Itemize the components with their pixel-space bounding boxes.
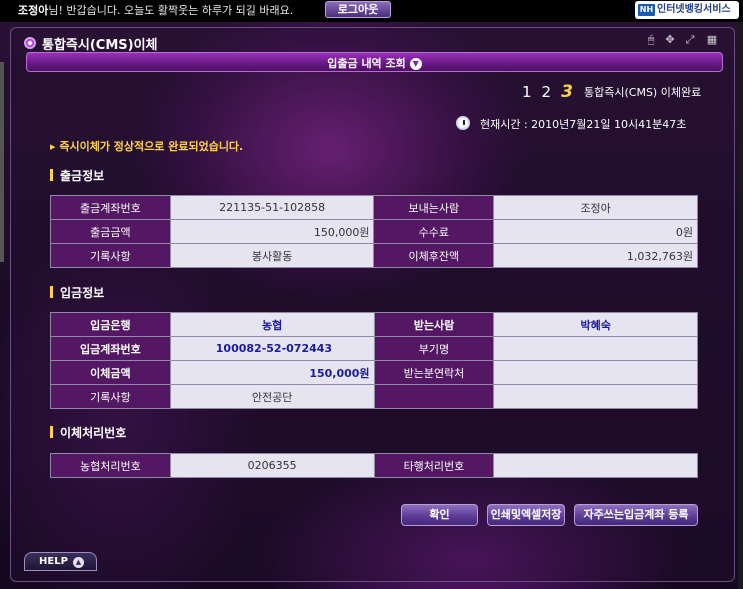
table-row: 입금은행 농협 받는사람 박혜숙	[50, 312, 698, 337]
table-row: 이체금액 150,000원 받는분연락처	[50, 360, 698, 385]
table-cell: 1,032,763원	[493, 243, 698, 268]
mouse-icon[interactable]: 🖱	[644, 33, 658, 47]
print-save-button[interactable]: 인쇄및엑셀저장	[487, 504, 565, 526]
chevron-down-icon[interactable]: ▼	[409, 58, 422, 70]
clock-icon	[456, 116, 470, 130]
menu-bar-label: 입출금 내역 조회 ▼	[27, 55, 722, 71]
table-header-cell: 타행처리번호	[373, 453, 495, 478]
left-edge-strip	[0, 62, 4, 262]
table-row: 기록사항 봉사활동 이체후잔액 1,032,763원	[50, 243, 698, 268]
table-row: 출금계좌번호 221135-51-102858 보내는사람 조정아	[50, 195, 698, 220]
table-header-cell: 이체후잔액	[373, 243, 495, 268]
nh-logo-icon: NH	[638, 4, 655, 16]
table-header-cell: 이체금액	[50, 360, 171, 385]
expand-icon[interactable]: ⤢	[683, 33, 697, 47]
deposit-table: 입금은행 농협 받는사람 박혜숙 입금계좌번호 100082-52-072443…	[50, 312, 698, 409]
table-header-cell: 부기명	[373, 336, 495, 361]
table-header-cell: 입금계좌번호	[50, 336, 171, 361]
deposit-section-title: 입금정보	[50, 284, 104, 301]
register-account-button[interactable]: 자주쓰는입금계좌 등록	[574, 504, 698, 526]
table-row: 입금계좌번호 100082-52-072443 부기명	[50, 336, 698, 361]
table-cell: 농협	[169, 312, 375, 337]
table-cell: 0원	[493, 219, 698, 244]
table-cell	[493, 384, 698, 409]
top-bar: 조정아님! 반갑습니다. 오늘도 활짝웃는 하루가 되길 바래요. 로그아웃 N…	[0, 0, 743, 22]
table-header-cell: 출금계좌번호	[50, 195, 171, 220]
table-cell: 150,000원	[169, 360, 375, 385]
window-title: 통합즉시(CMS)이체	[42, 38, 158, 53]
table-header-cell: 받는사람	[373, 312, 495, 337]
table-row: 농협처리번호 0206355 타행처리번호	[50, 453, 698, 478]
table-cell: 150,000원	[169, 219, 375, 244]
calculator-icon[interactable]: ▦	[705, 33, 719, 47]
table-header-cell: 기록사항	[50, 384, 171, 409]
table-cell: 봉사활동	[169, 243, 375, 268]
confirm-button[interactable]: 확인	[401, 504, 478, 526]
help-label: HELP	[39, 556, 68, 567]
brand-link[interactable]: NH 인터넷뱅킹서비스	[635, 1, 739, 19]
step-2: 2	[541, 83, 552, 101]
table-cell: 221135-51-102858	[169, 195, 375, 220]
table-cell: 조정아	[493, 195, 698, 220]
main-window	[10, 27, 735, 582]
help-tab[interactable]: HELP ▲	[24, 552, 97, 571]
logout-button[interactable]: 로그아웃	[325, 1, 391, 18]
process-section-title: 이체처리번호	[50, 424, 126, 441]
table-header-cell: 농협처리번호	[50, 453, 171, 478]
table-header-cell: 수수료	[373, 219, 495, 244]
table-cell: 100082-52-072443	[169, 336, 375, 361]
current-time: 현재시간 : 2010년7월21일 10시41분47초	[480, 118, 687, 131]
table-header-cell: 보내는사람	[373, 195, 495, 220]
greeting-message: 님! 반갑습니다. 오늘도 활짝웃는 하루가 되길 바래요.	[48, 4, 294, 17]
window-title-icon	[24, 37, 36, 49]
right-edge	[738, 22, 743, 589]
current-step-label: 통합즉시(CMS) 이체완료	[584, 86, 702, 99]
menu-label-text: 입출금 내역 조회	[327, 57, 406, 70]
table-header-cell: 기록사항	[50, 243, 171, 268]
chevron-up-icon: ▲	[72, 557, 84, 568]
table-row: 출금금액 150,000원 수수료 0원	[50, 219, 698, 244]
withdraw-table: 출금계좌번호 221135-51-102858 보내는사람 조정아 출금금액 1…	[50, 195, 698, 268]
table-cell	[493, 453, 698, 478]
user-name: 조정아	[18, 4, 49, 17]
process-table: 농협처리번호 0206355 타행처리번호	[50, 453, 698, 478]
table-header-cell: 입금은행	[50, 312, 171, 337]
table-header-cell	[373, 384, 495, 409]
table-row: 기록사항 안전공단	[50, 384, 698, 409]
table-header-cell: 받는분연락처	[373, 360, 495, 385]
table-header-cell: 출금금액	[50, 219, 171, 244]
withdraw-section-title: 출금정보	[50, 167, 104, 184]
step-1: 1	[522, 83, 532, 101]
app-root: { "topbar": { "user_name": "조정아", "greet…	[0, 0, 743, 589]
move-icon[interactable]: ✥	[663, 33, 677, 47]
step-indicator: 123	[522, 82, 583, 102]
greeting-text: 조정아님! 반갑습니다. 오늘도 활짝웃는 하루가 되길 바래요.	[18, 2, 293, 18]
menu-bar[interactable]: 입출금 내역 조회 ▼	[26, 52, 723, 72]
brand-label: 인터넷뱅킹서비스	[657, 4, 731, 15]
completion-message: 즉시이체가 정상적으로 완료되었습니다.	[50, 138, 243, 154]
table-cell: 안전공단	[169, 384, 375, 409]
step-3-current: 3	[561, 82, 573, 102]
table-cell: 0206355	[169, 453, 375, 478]
table-cell	[493, 360, 698, 385]
table-cell	[493, 336, 698, 361]
table-cell: 박혜숙	[493, 312, 698, 337]
